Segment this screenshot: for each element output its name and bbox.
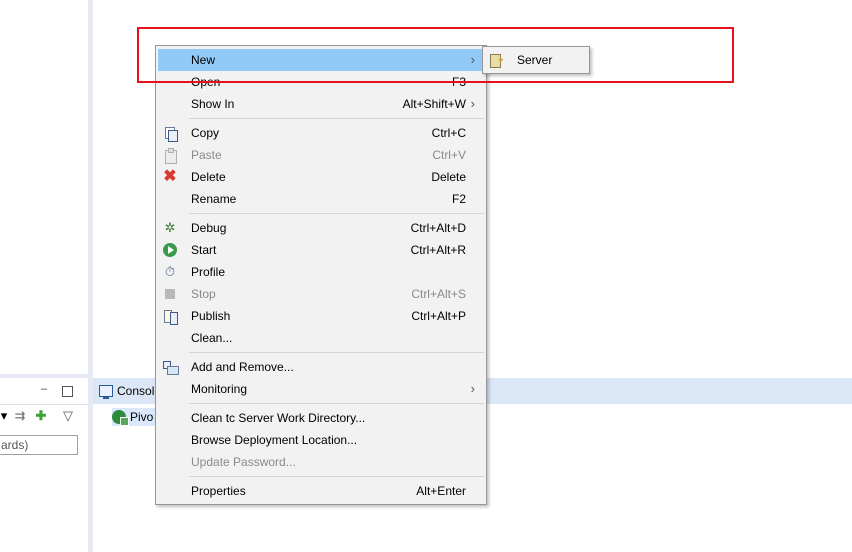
menu-item-label: Debug [191, 221, 227, 235]
menu-separator [189, 476, 484, 477]
profile-icon: ⏱ [164, 264, 176, 279]
server-row-label: Pivo [130, 410, 154, 424]
menu-separator [189, 352, 484, 353]
left-view-toolbar: ▾ ⇉ ✚ ▽ [0, 408, 88, 430]
server-status-icon [112, 410, 129, 426]
delete-icon: ✖ [163, 168, 177, 185]
menu-item-label: Show In [191, 97, 235, 111]
copy-icon [162, 125, 178, 142]
menu-item-label: Monitoring [191, 382, 248, 396]
menu-item-shortcut: Ctrl+Alt+D [410, 221, 466, 235]
menu-item-label: Publish [191, 309, 231, 323]
view-menu-icon[interactable]: ▽ [60, 408, 76, 424]
menu-item-label: Copy [191, 126, 220, 140]
menu-item-shortcut: Ctrl+C [431, 126, 466, 140]
menu-item-rename[interactable]: Rename F2 [158, 188, 484, 210]
left-pane [0, 0, 88, 552]
annotation-highlight-box [137, 27, 734, 83]
menu-item-profile[interactable]: ⏱ Profile [158, 261, 484, 283]
menu-item-label: Clean tc Server Work Directory... [191, 411, 366, 425]
menu-item-shortcut: F2 [451, 192, 466, 206]
menu-item-publish[interactable]: Publish Ctrl+Alt+P [158, 305, 484, 327]
context-menu: New › Open F3 Show In Alt+Shift+W › Copy… [155, 45, 487, 505]
menu-item-label: Properties [191, 484, 246, 498]
add-icon[interactable]: ✚ [33, 408, 49, 424]
menu-item-debug[interactable]: ✲ Debug Ctrl+Alt+D [158, 217, 484, 239]
menu-item-show-in[interactable]: Show In Alt+Shift+W › [158, 93, 484, 115]
menu-item-label: Add and Remove... [191, 360, 294, 374]
menu-item-properties[interactable]: Properties Alt+Enter [158, 480, 484, 502]
chevron-right-icon: › [470, 96, 475, 111]
menu-item-add-remove[interactable]: Add and Remove... [158, 356, 484, 378]
menu-item-label: Paste [191, 148, 222, 162]
menu-separator [189, 213, 484, 214]
chevron-down-icon[interactable]: ▾ [0, 408, 12, 424]
console-icon [99, 385, 113, 399]
menu-item-label: Update Password... [191, 455, 296, 469]
menu-item-shortcut: Alt+Enter [416, 484, 466, 498]
menu-item-copy[interactable]: Copy Ctrl+C [158, 122, 484, 144]
menu-item-shortcut: Alt+Shift+W [402, 97, 466, 111]
menu-item-browse-deployment[interactable]: Browse Deployment Location... [158, 429, 484, 451]
menu-item-shortcut: Ctrl+Alt+R [410, 243, 466, 257]
menu-separator [189, 403, 484, 404]
menu-item-label: Stop [191, 287, 216, 301]
menu-item-clean-work-dir[interactable]: Clean tc Server Work Directory... [158, 407, 484, 429]
chevron-right-icon: › [470, 381, 475, 396]
menu-item-label: Start [191, 243, 217, 257]
menu-item-update-password[interactable]: Update Password... [158, 451, 484, 473]
menu-item-shortcut: Ctrl+Alt+S [411, 287, 466, 301]
menu-item-label: Profile [191, 265, 226, 279]
menu-item-shortcut: Ctrl+V [432, 148, 466, 162]
add-remove-icon [162, 359, 179, 375]
menu-item-clean[interactable]: Clean... [158, 327, 484, 349]
menu-item-delete[interactable]: ✖ Delete Delete [158, 166, 484, 188]
stop-icon [162, 286, 178, 302]
menu-item-label: Clean... [191, 331, 233, 345]
menu-item-shortcut: Ctrl+Alt+P [411, 309, 466, 323]
menu-item-label: Delete [191, 170, 226, 184]
minimize-icon[interactable]: – [38, 383, 50, 395]
publish-icon [162, 308, 178, 325]
paste-icon [162, 147, 178, 164]
menu-item-stop[interactable]: Stop Ctrl+Alt+S [158, 283, 484, 305]
debug-icon: ✲ [164, 220, 176, 235]
menu-item-label: Browse Deployment Location... [191, 433, 358, 447]
menu-item-shortcut: Delete [431, 170, 466, 184]
menu-item-start[interactable]: Start Ctrl+Alt+R [158, 239, 484, 261]
filter-input[interactable]: ards) [0, 435, 78, 455]
menu-separator [189, 118, 484, 119]
maximize-icon[interactable] [62, 386, 73, 397]
menu-item-label: Rename [191, 192, 237, 206]
menu-item-paste[interactable]: Paste Ctrl+V [158, 144, 484, 166]
link-editor-icon[interactable]: ⇉ [12, 408, 28, 424]
start-icon [162, 242, 178, 258]
menu-item-monitoring[interactable]: Monitoring › [158, 378, 484, 400]
